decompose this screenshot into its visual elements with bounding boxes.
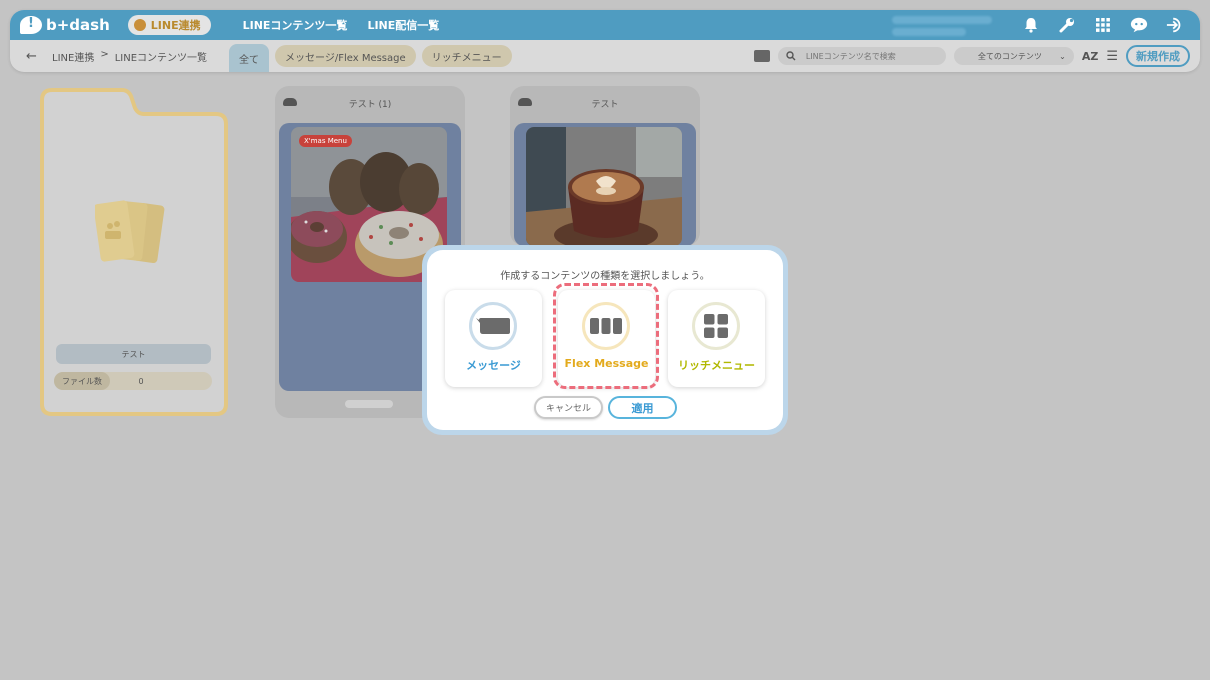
selection-highlight [553,283,659,389]
top-navbar: b+dash LINE連携 LINEコンテンツ一覧 LINE配信一覧 [10,10,1200,40]
user-info-blurred [892,12,1002,38]
grid-tiles-icon [704,314,728,338]
sort-az-icon[interactable]: AZ [1082,50,1099,63]
logout-icon[interactable] [1166,16,1184,34]
breadcrumb-current: LINEコンテンツ一覧 [114,52,208,64]
add-folder-icon[interactable] [753,50,770,62]
apply-button[interactable]: 適用 [608,396,677,419]
wrench-icon[interactable] [1058,16,1076,34]
search-box [777,47,946,65]
card-header: テスト [510,86,700,120]
nav-line-delivery-list[interactable]: LINE配信一覧 [367,17,439,33]
list-view-icon[interactable]: ☰ [1106,49,1118,64]
modal-title: 作成するコンテンツの種類を選択しましょう。 [500,271,710,282]
logo-text: b+dash [46,16,110,34]
card-type-icon [283,98,297,106]
nav-line-content-list[interactable]: LINEコンテンツ一覧 [243,17,348,33]
content-filter-value: 全てのコンテンツ [977,51,1042,61]
back-arrow-icon[interactable]: ← [26,49,46,64]
line-pill-label: LINE連携 [150,19,201,32]
content-tabs: 全て メッセージ/Flex Message リッチメニュー [229,40,512,72]
line-icon [133,19,146,31]
option-rich-menu[interactable]: リッチメニュー [668,290,765,387]
rich-option-circle [692,302,740,350]
logo-bubble-icon [20,16,42,34]
file-count-label: ファイル数 [54,372,110,390]
top-nav: LINEコンテンツ一覧 LINE配信一覧 [243,17,440,33]
tab-message-flex[interactable]: メッセージ/Flex Message [275,45,416,67]
content-cards-icon [95,200,165,264]
option-message[interactable]: メッセージ [445,290,542,387]
grid-icon[interactable] [1094,16,1112,34]
option-message-label: メッセージ [466,359,521,372]
photo-badge: X'mas Menu [299,135,352,147]
content-type-modal: 作成するコンテンツの種類を選択しましょう。 メッセージ Flex Message… [422,245,788,435]
sub-toolbar: ← LINE連携 > LINEコンテンツ一覧 全て メッセージ/Flex Mes… [10,40,1200,72]
cancel-button[interactable]: キャンセル [534,396,603,419]
card-header: テスト (1) [275,86,465,120]
card-type-icon [518,98,532,106]
breadcrumb-line[interactable]: LINE連携 [52,49,94,64]
app-logo[interactable]: b+dash [20,16,110,34]
support-chat-icon[interactable] [1130,16,1148,34]
phone-home-bar [345,400,393,408]
tab-all[interactable]: 全て [229,44,270,72]
option-rich-label: リッチメニュー [678,359,755,372]
content-filter-select[interactable]: 全てのコンテンツ ⌄ [953,47,1074,65]
coffee-photo [526,127,682,246]
card-title: テスト [591,99,619,110]
modal-body: 作成するコンテンツの種類を選択しましょう。 メッセージ Flex Message… [427,250,783,430]
card-title: テスト (1) [348,99,392,110]
line-integration-pill[interactable]: LINE連携 [127,15,211,35]
top-icon-group [1022,16,1184,34]
content-card[interactable]: テスト [510,86,700,246]
folder-card[interactable]: テスト ファイル数 0 [40,86,228,417]
app-header: b+dash LINE連携 LINEコンテンツ一覧 LINE配信一覧 [10,10,1200,72]
new-create-button[interactable]: 新規作成 [1126,45,1190,67]
breadcrumb: LINE連携 > LINEコンテンツ一覧 [52,49,207,64]
file-count-value: 0 [138,376,144,386]
speech-bubble-icon [476,318,510,334]
bell-icon[interactable] [1022,16,1040,34]
search-input[interactable] [805,51,926,61]
breadcrumb-separator: > [100,48,109,60]
tab-rich-menu[interactable]: リッチメニュー [421,45,512,67]
phone-preview [514,123,696,246]
folder-file-count: ファイル数 0 [54,372,212,390]
message-option-circle [469,302,517,350]
chevron-down-icon: ⌄ [1059,51,1066,61]
search-icon [786,51,796,61]
toolbar-right: 全てのコンテンツ ⌄ AZ ☰ 新規作成 [753,45,1190,67]
folder-name: テスト [56,344,211,364]
